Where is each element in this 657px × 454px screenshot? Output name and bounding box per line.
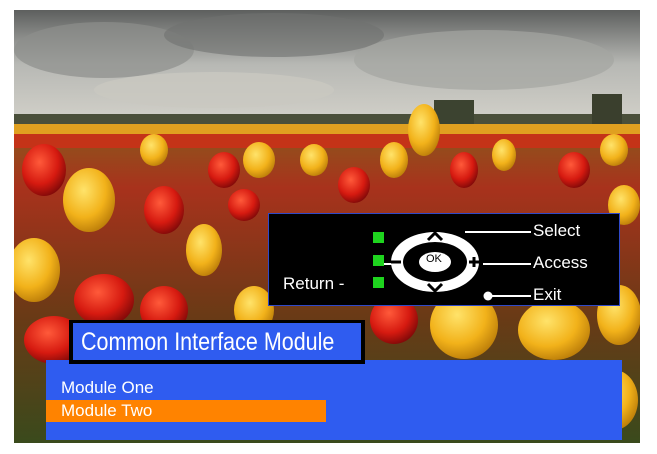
- remote-key-guide: OK Select Access Exit Return -: [268, 213, 620, 306]
- access-key-label: Access: [533, 253, 588, 272]
- page-title-box: Common Interface Module: [69, 320, 365, 364]
- list-item-module-one[interactable]: Module One: [46, 377, 326, 399]
- green-indicator-middle: [373, 255, 384, 266]
- list-item-module-two[interactable]: Module Two: [46, 400, 326, 422]
- ok-label: OK: [426, 253, 442, 265]
- module-list-panel: Module One Module Two: [46, 360, 622, 440]
- select-key-label: Select: [533, 221, 581, 240]
- tv-screen: OK Select Access Exit Return - Module On…: [14, 10, 640, 443]
- exit-key-label: Exit: [533, 285, 562, 304]
- page-title: Common Interface Module: [81, 328, 335, 356]
- return-key-label: Return -: [283, 274, 345, 293]
- page-title-bar: Common Interface Module: [73, 323, 361, 360]
- green-indicator-top: [373, 232, 384, 243]
- green-indicator-bottom: [373, 277, 384, 288]
